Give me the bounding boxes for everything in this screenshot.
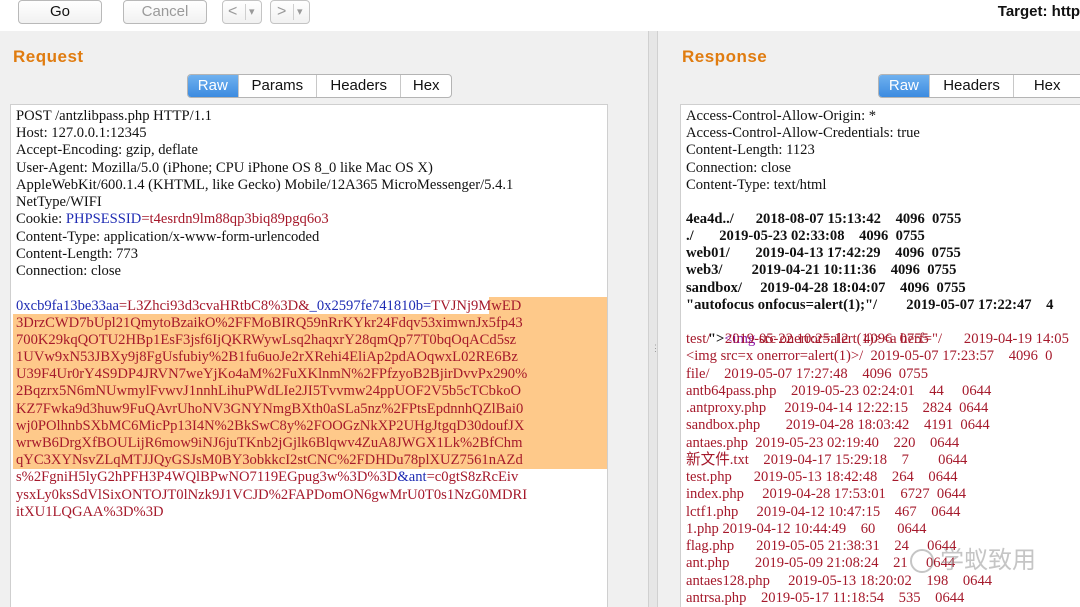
listing-row: sandbox/ 2019-04-28 18:04:07 4096 0755: [686, 280, 966, 296]
body-line: U39F4Ur0rY4S9DP4JRVN7weYjKo4aM%2FuXKlnmN…: [16, 366, 528, 382]
cookie-name: PHPSESSID: [65, 211, 142, 227]
header-content-length: Content-Length: 773: [16, 246, 139, 262]
body-line: 1UVw9xN53JBXy9j8FgUsfubiy%2B1fu6uoJe2rXR…: [16, 349, 518, 365]
body-line: wrwB6DrgXfBOULijR6mow9iNJ6juTKnb2jGjlk6B…: [16, 435, 523, 451]
param-value: s%2FgniH5lyG2hPFH3P4WQlBPwNO7119EGpug3w%…: [16, 469, 398, 485]
listing-row: test/ 2019-05-22 10:25:12 4096 0755: [686, 331, 929, 347]
forward-dropdown-icon[interactable]: ▾: [297, 1, 303, 23]
forward-nav-group[interactable]: > ▾: [270, 0, 310, 24]
body-line: s%2FgniH5lyG2hPFH3P4WQlBPwNO7119EGpug3w%…: [16, 469, 518, 486]
listing-row: lctf1.php 2019-04-12 10:47:15 467 0644: [686, 504, 961, 520]
wechat-logo-icon: [910, 549, 934, 573]
body-line: KZ7Fwka9d3huw9FuQAvrUhoNV3GNYNmgBXth0aSL…: [16, 401, 524, 417]
response-tab-headers[interactable]: Headers: [928, 75, 1014, 97]
param-name: ant: [408, 469, 427, 485]
header-user-agent-cont: AppleWebKit/600.1.4 (KHTML, like Gecko) …: [16, 177, 514, 193]
listing-row: 4ea4d../ 2018-08-07 15:13:42 4096 0755: [686, 211, 962, 227]
listing-row: test.php 2019-05-13 18:42:48 264 0644: [686, 469, 958, 485]
listing-row: 1.php 2019-04-12 10:44:49 60 0644: [686, 521, 927, 537]
listing-row: antrsa.php 2019-05-17 11:18:54 535 0644: [686, 590, 965, 606]
response-pane: Response Raw Headers Hex Access-Control-…: [658, 31, 1080, 607]
response-title: Response: [682, 47, 768, 66]
body-line: 700K29kqQOTU2HBp1EsF3jsf6IjQKRWywLsq2haq…: [16, 332, 517, 348]
response-tab-raw[interactable]: Raw: [879, 75, 929, 97]
watermark-text: 学蚁致用: [940, 546, 1036, 574]
header-accept-encoding: Accept-Encoding: gzip, deflate: [16, 142, 198, 158]
listing-row: web01/ 2019-04-13 17:42:29 4096 0755: [686, 245, 961, 261]
response-header: Content-Length: 1123: [686, 142, 815, 158]
listing-row: ./ 2019-05-23 02:33:08 4096 0755: [686, 228, 925, 244]
response-header: Connection: close: [686, 160, 791, 176]
cancel-button[interactable]: Cancel: [123, 0, 207, 24]
watermark: 学蚁致用: [910, 540, 1036, 575]
header-cookie: Cookie: PHPSESSID=t4esrdn9lm88qp3biq89pg…: [16, 211, 329, 228]
listing-row: antb64pass.php 2019-05-23 02:24:01 44 06…: [686, 383, 992, 399]
param-value: =c0gtS8zRcEiv: [426, 469, 519, 485]
cookie-value: =t4esrdn9lm88qp3biq89pgq6o3: [141, 211, 329, 227]
param-name: 0xcb9fa13be33aa: [16, 298, 119, 314]
listing-row: antaes.php 2019-05-23 02:19:40 220 0644: [686, 435, 960, 451]
body-line: itXU1LQGAA%3D%3D: [16, 504, 164, 520]
body-line: qYC3XYNsvZLqMTJJQyGSJsM0BY3obkkcI2stCNC%…: [16, 452, 523, 468]
response-tab-hex[interactable]: Hex: [1013, 75, 1080, 97]
param-value: =L3Zhci93d3cvaHRtbC8%3D&: [118, 298, 310, 314]
header-host: Host: 127.0.0.1:12345: [16, 125, 147, 141]
back-dropdown-icon[interactable]: ▾: [249, 1, 255, 23]
listing-row: index.php 2019-04-28 17:53:01 6727 0644: [686, 486, 967, 502]
param-name: _0x2597fe741810b: [309, 298, 424, 314]
request-tab-hex[interactable]: Hex: [400, 75, 451, 97]
body-line: 0xcb9fa13be33aa=L3Zhci93d3cvaHRtbC8%3D&_…: [16, 298, 521, 315]
response-header: Content-Type: text/html: [686, 177, 827, 193]
go-button[interactable]: Go: [18, 0, 102, 24]
request-tab-headers[interactable]: Headers: [316, 75, 400, 97]
request-tab-params[interactable]: Params: [237, 75, 316, 97]
back-arrow-icon[interactable]: <: [228, 1, 237, 23]
listing-row: antaes128.php 2019-05-13 18:20:02 198 06…: [686, 573, 993, 589]
listing-row: file/ 2019-05-07 17:27:48 4096 0755: [686, 366, 928, 382]
request-title: Request: [13, 47, 84, 66]
body-line: 3DrzCWD7bUpl21QmytoBzaikO%2FFMoBIRQ59nRr…: [16, 315, 523, 331]
listing-row: 新文件.txt 2019-04-17 15:29:18 7 0644: [686, 452, 968, 468]
forward-arrow-icon[interactable]: >: [277, 1, 286, 23]
request-pane: Request Raw Params Headers Hex POST /ant…: [0, 31, 648, 607]
header-content-type: Content-Type: application/x-www-form-url…: [16, 229, 320, 245]
header-user-agent: User-Agent: Mozilla/5.0 (iPhone; CPU iPh…: [16, 160, 433, 176]
param-sep: &: [397, 469, 409, 485]
listing-row: <img src=x onerror=alert(1)>/ 2019-05-07…: [686, 348, 1053, 364]
cookie-prefix: Cookie:: [16, 211, 66, 227]
body-line: 2Bqzrx5N6mNUwmylFvwvJ1nnhLihuPWdLIe2JI5T…: [16, 383, 522, 399]
header-user-agent-cont2: NetType/WIFI: [16, 194, 102, 210]
response-header: Access-Control-Allow-Origin: *: [686, 108, 877, 124]
response-header: Access-Control-Allow-Credentials: true: [686, 125, 920, 141]
target-label[interactable]: Target: http: [998, 3, 1080, 20]
body-line: wj0POlhnbSXbMC6MicPp13I4N%2BkSwC8y%2FOOG…: [16, 418, 525, 434]
request-tab-raw[interactable]: Raw: [188, 75, 238, 97]
back-nav-group[interactable]: < ▾: [222, 0, 262, 24]
pane-splitter[interactable]: ⋮: [648, 31, 660, 607]
response-viewer[interactable]: Access-Control-Allow-Origin: * Access-Co…: [680, 104, 1080, 607]
listing-row: "autofocus onfocus=alert(1);"/ 2019-05-0…: [686, 297, 1054, 313]
request-line: POST /antzlibpass.php HTTP/1.1: [16, 108, 212, 124]
body-line: ysxLy0ksSdVlSixONTOJT0lNzk9J1VCJD%2FAPDo…: [16, 487, 528, 503]
listing-row: .antproxy.php 2019-04-14 12:22:15 2824 0…: [686, 400, 989, 416]
param-value: TVJNj9MwED: [431, 298, 522, 314]
listing-row: sandbox.php 2019-04-28 18:03:42 4191 064…: [686, 417, 990, 433]
request-editor[interactable]: POST /antzlibpass.php HTTP/1.1 Host: 127…: [10, 104, 608, 607]
listing-row: web3/ 2019-04-21 10:11:36 4096 0755: [686, 262, 957, 278]
request-tabs: Raw Params Headers Hex: [187, 74, 452, 98]
response-tabs: Raw Headers Hex: [878, 74, 1080, 98]
header-connection: Connection: close: [16, 263, 121, 279]
toolbar: Go Cancel < ▾ > ▾ Target: http: [0, 0, 1080, 28]
